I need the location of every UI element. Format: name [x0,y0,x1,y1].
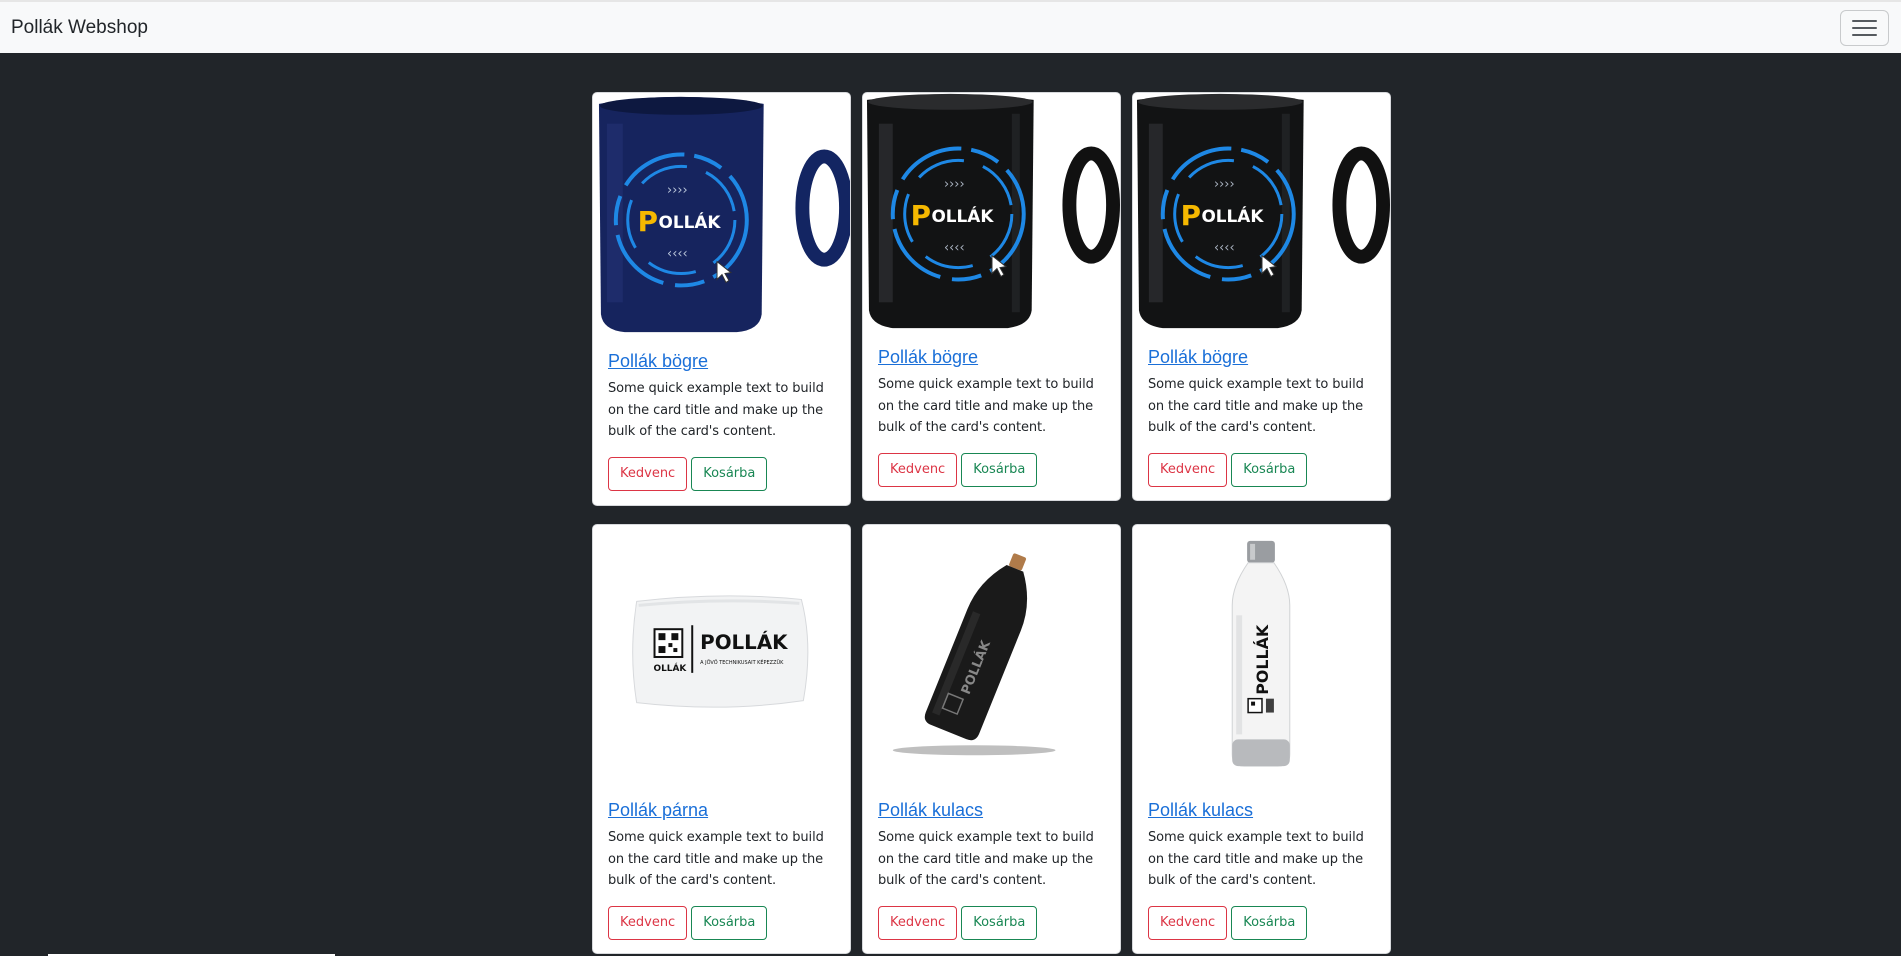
svg-text:››››: ›››› [667,183,688,198]
product-title-link[interactable]: Pollák kulacs [878,800,1105,821]
svg-text:››››: ›››› [1214,177,1235,192]
svg-text:OLLÁK: OLLÁK [931,205,994,226]
qr-code-icon [653,628,684,658]
svg-text:A JÖVŐ TECHNIKUSAIT KÉPEZZÜK: A JÖVŐ TECHNIKUSAIT KÉPEZZÜK [700,658,784,666]
svg-text:OLLÁK: OLLÁK [654,662,688,674]
svg-text:OLLÁK: OLLÁK [658,211,721,232]
svg-text:OLLÁK: OLLÁK [1201,205,1264,226]
svg-text:‹‹‹‹: ‹‹‹‹ [1214,241,1235,256]
black-mug-image: ›››› ‹‹‹‹ P OLLÁK [1133,93,1390,333]
svg-text:P: P [638,205,658,238]
product-title-link[interactable]: Pollák kulacs [1148,800,1375,821]
favorite-button[interactable]: Kedvenc [608,456,688,491]
product-card: POLLÁK Pollák kulacs Some quick example … [862,524,1121,954]
svg-text:P: P [1181,199,1201,232]
product-card: ›››› ‹‹‹‹ P OLLÁK Pollák bögre Some quic… [862,92,1121,501]
black-mug-image: ›››› ‹‹‹‹ P OLLÁK [863,93,1120,333]
navbar-brand[interactable]: Pollák Webshop [11,17,148,39]
product-description: Some quick example text to build on the … [608,381,824,439]
product-description: Some quick example text to build on the … [1148,830,1364,888]
favorite-button[interactable]: Kedvenc [878,905,958,940]
navbar: Pollák Webshop [0,0,1901,53]
svg-text:‹‹‹‹: ‹‹‹‹ [944,241,965,256]
hamburger-icon[interactable] [1840,9,1889,46]
add-to-cart-button[interactable]: Kosárba [1231,905,1308,940]
product-card: POLLÁK Pollák kulacs Some quick example … [1132,524,1391,954]
svg-text:POLLÁK: POLLÁK [1253,624,1272,695]
product-description: Some quick example text to build on the … [608,830,824,888]
product-title-link[interactable]: Pollák bögre [608,351,835,372]
product-description: Some quick example text to build on the … [878,830,1094,888]
product-card: ›››› ‹‹‹‹ P OLLÁK Pollák bögre Some quic… [1132,92,1391,501]
svg-text:POLLÁK: POLLÁK [700,631,788,654]
product-title-link[interactable]: Pollák párna [608,800,835,821]
product-card: OLLÁK POLLÁK A JÖVŐ TECHNIKUSAIT KÉPEZZÜ… [592,524,851,954]
favorite-button[interactable]: Kedvenc [608,905,688,940]
add-to-cart-button[interactable]: Kosárba [691,905,768,940]
svg-text:››››: ›››› [944,177,965,192]
svg-text:‹‹‹‹: ‹‹‹‹ [667,247,688,262]
favorite-button[interactable]: Kedvenc [878,452,958,487]
add-to-cart-button[interactable]: Kosárba [1231,452,1308,487]
svg-text:P: P [911,199,931,232]
add-to-cart-button[interactable]: Kosárba [961,905,1038,940]
product-title-link[interactable]: Pollák bögre [1148,347,1375,368]
product-description: Some quick example text to build on the … [878,377,1094,435]
add-to-cart-button[interactable]: Kosárba [691,456,768,491]
white-bottle-image: POLLÁK [1133,526,1390,785]
product-title-link[interactable]: Pollák bögre [878,347,1105,368]
favorite-button[interactable]: Kedvenc [1148,905,1228,940]
pillow-image: OLLÁK POLLÁK A JÖVŐ TECHNIKUSAIT KÉPEZZÜ… [593,526,850,785]
add-to-cart-button[interactable]: Kosárba [961,452,1038,487]
product-card: ›››› ‹‹‹‹ P OLLÁK Pollák bögre Some quic… [592,92,851,506]
blue-mug-image: ›››› ‹‹‹‹ P OLLÁK [593,93,850,337]
black-bottle-image: POLLÁK [863,526,1120,785]
product-description: Some quick example text to build on the … [1148,377,1364,435]
favorite-button[interactable]: Kedvenc [1148,452,1228,487]
